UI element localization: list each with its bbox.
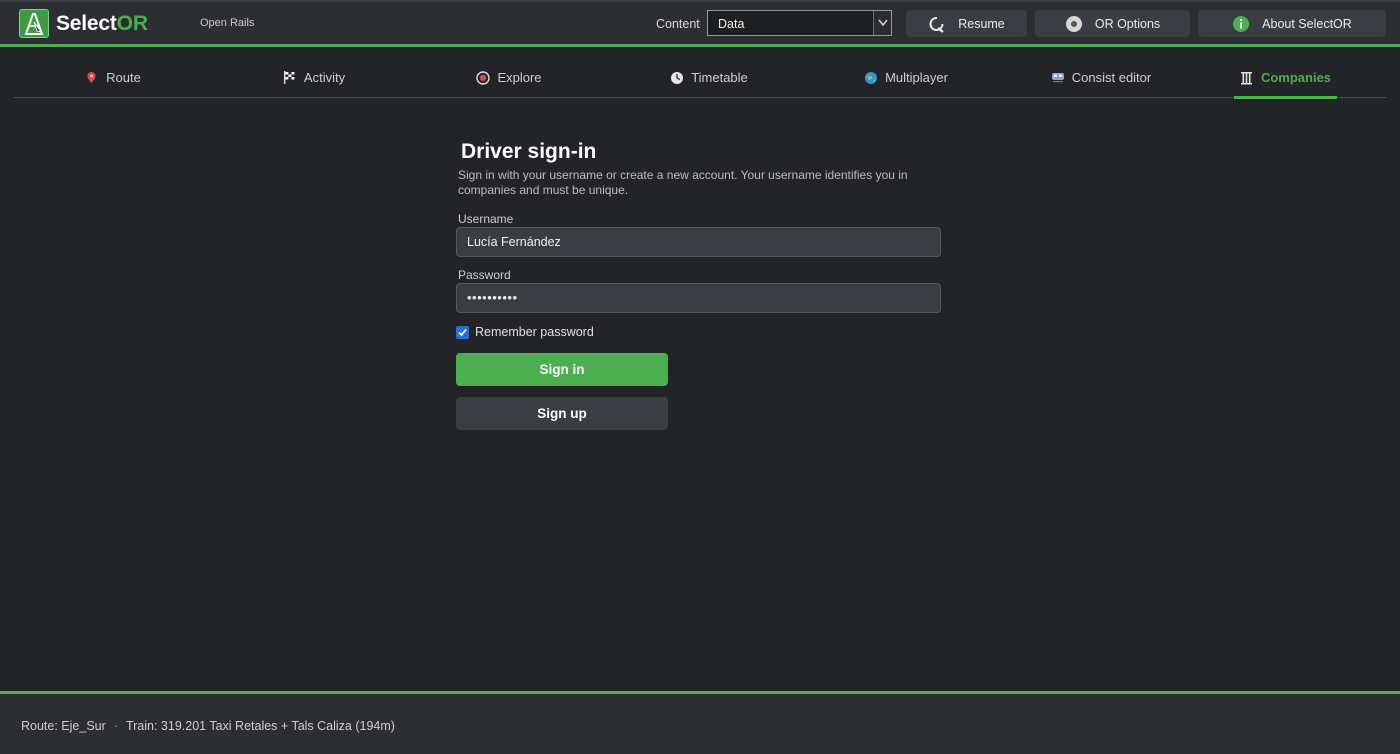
signin-description: Sign in with your username or create a n… [458, 168, 908, 197]
selector-logo-icon [19, 9, 49, 38]
remember-password-checkbox[interactable] [456, 325, 469, 339]
tab-activity-label: Activity [303, 69, 346, 85]
username-label: Username [458, 212, 514, 226]
username-field[interactable] [456, 227, 941, 257]
globe-icon [864, 71, 878, 84]
checkered-flag-icon [283, 70, 296, 84]
tab-route[interactable]: Route [68, 56, 158, 98]
tab-consist-editor[interactable]: Consist editor [1027, 56, 1175, 98]
tab-multiplayer-label: Multiplayer [885, 69, 948, 85]
app-name-or: OR [116, 12, 148, 35]
or-options-button[interactable]: OR Options [1035, 10, 1190, 37]
about-selector-button[interactable]: About SelectOR [1198, 10, 1386, 37]
options-disc-icon [1065, 15, 1083, 33]
content-select-value: Data [718, 17, 745, 31]
password-field[interactable]: •••••••••• [456, 283, 941, 313]
tab-explore-label: Explore [497, 69, 542, 85]
tab-consist-editor-label: Consist editor [1071, 69, 1152, 85]
password-label: Password [458, 268, 511, 282]
status-separator: · [113, 719, 118, 733]
remember-password-row[interactable]: Remember password [456, 325, 594, 339]
status-route: Route: Eje_Sur [21, 719, 106, 733]
status-bar: Route: Eje_Sur · Train: 319.201 Taxi Retal… [0, 691, 1400, 754]
app-name-select: Select [56, 12, 117, 35]
clock-icon [670, 71, 684, 84]
resume-label: Resume [958, 16, 1005, 31]
tab-timetable[interactable]: Timetable [648, 56, 770, 98]
building-icon [1240, 71, 1253, 84]
tab-explore[interactable]: Explore [459, 56, 559, 98]
tab-activity[interactable]: Activity [262, 56, 366, 98]
page-title: Driver sign-in [461, 140, 597, 163]
tab-companies[interactable]: Companies [1234, 56, 1337, 99]
tab-companies-label: Companies [1260, 69, 1332, 85]
app-subtitle: Open Rails [200, 17, 255, 29]
resume-icon [928, 15, 946, 33]
chevron-down-icon[interactable] [873, 11, 891, 35]
map-pin-icon [85, 71, 98, 84]
top-bar: SelectOR Open Rails Content Data Resume … [0, 0, 1400, 47]
tab-route-label: Route [106, 69, 141, 85]
info-icon [1232, 15, 1250, 33]
status-text: Route: Eje_Sur · Train: 319.201 Taxi Retal… [21, 719, 395, 733]
resume-button[interactable]: Resume [906, 10, 1027, 37]
tab-multiplayer[interactable]: Multiplayer [839, 56, 973, 98]
explore-icon [476, 70, 491, 85]
or-options-label: OR Options [1094, 16, 1161, 31]
sign-in-button[interactable]: Sign in [456, 353, 668, 386]
remember-password-label: Remember password [475, 325, 594, 339]
about-selector-label: About SelectOR [1262, 16, 1352, 31]
train-icon [1051, 71, 1064, 84]
app-name: SelectOR [56, 12, 148, 36]
tab-timetable-label: Timetable [691, 69, 748, 85]
main-tabs: Route Activity Explore Timetable Multipl… [14, 56, 1386, 99]
status-train: Train: 319.201 Taxi Retales + Tals Caliz… [125, 719, 395, 733]
content-select[interactable]: Data [707, 10, 892, 36]
sign-up-button[interactable]: Sign up [456, 397, 668, 430]
content-label: Content [656, 17, 700, 31]
